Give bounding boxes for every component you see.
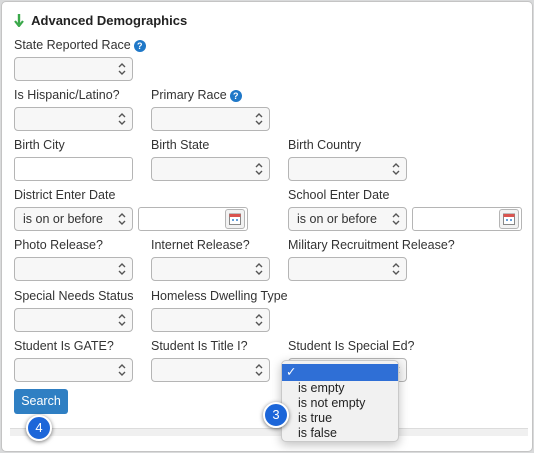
help-icon[interactable]: ?: [133, 40, 146, 52]
internet-release-select[interactable]: [151, 257, 270, 281]
step-badge-4: 4: [26, 415, 52, 441]
select-caret-icon: [392, 262, 400, 276]
step-badge-3: 3: [263, 402, 289, 428]
select-caret-icon: [392, 212, 400, 226]
birth-state-select[interactable]: [151, 157, 270, 181]
select-caret-icon: [255, 313, 263, 327]
homeless-dwelling-type-select[interactable]: [151, 308, 270, 332]
select-caret-icon: [392, 162, 400, 176]
select-caret-icon: [118, 112, 126, 126]
calendar-icon[interactable]: [499, 209, 519, 229]
select-caret-icon: [255, 363, 263, 377]
birth-city-input[interactable]: [14, 157, 133, 181]
birth-state-label: Birth State: [151, 138, 210, 152]
state-reported-race-select[interactable]: [14, 57, 133, 81]
dropdown-option-is-empty[interactable]: is empty: [282, 381, 398, 396]
district-enter-date-operator-value: is on or before: [23, 212, 103, 226]
student-is-gate-label: Student Is GATE?: [14, 339, 114, 353]
student-is-special-ed-label: Student Is Special Ed?: [288, 339, 415, 353]
panel-footer-bar: [10, 428, 528, 436]
photo-release-label: Photo Release?: [14, 238, 103, 252]
help-icon[interactable]: ?: [229, 90, 242, 102]
dropdown-option-blank[interactable]: ✓: [282, 364, 398, 381]
student-is-title-i-select[interactable]: [151, 358, 270, 382]
birth-city-label: Birth City: [14, 138, 65, 152]
special-ed-dropdown-menu: ✓ is empty is not empty is true is false: [281, 360, 399, 442]
select-caret-icon: [118, 262, 126, 276]
advanced-demographics-panel: Advanced Demographics State Reported Rac…: [1, 1, 533, 452]
select-caret-icon: [118, 363, 126, 377]
photo-release-select[interactable]: [14, 257, 133, 281]
school-enter-date-operator-select[interactable]: is on or before: [288, 207, 407, 231]
primary-race-select[interactable]: [151, 107, 270, 131]
state-reported-race-label-text: State Reported Race: [14, 38, 131, 52]
section-title: Advanced Demographics: [31, 13, 188, 28]
calendar-icon[interactable]: [225, 209, 245, 229]
school-enter-date-label: School Enter Date: [288, 188, 390, 202]
dropdown-option-is-true[interactable]: is true: [282, 411, 398, 426]
military-release-select[interactable]: [288, 257, 407, 281]
select-caret-icon: [255, 262, 263, 276]
select-caret-icon: [118, 62, 126, 76]
checkmark-icon: ✓: [286, 365, 297, 379]
student-is-title-i-label: Student Is Title I?: [151, 339, 248, 353]
primary-race-label-text: Primary Race: [151, 88, 227, 102]
green-down-arrow-icon[interactable]: [14, 13, 24, 28]
birth-country-select[interactable]: [288, 157, 407, 181]
select-caret-icon: [118, 313, 126, 327]
select-caret-icon: [255, 112, 263, 126]
district-enter-date-label: District Enter Date: [14, 188, 116, 202]
homeless-dwelling-type-label: Homeless Dwelling Type: [151, 289, 288, 303]
primary-race-label: Primary Race?: [151, 88, 242, 102]
dropdown-option-is-false[interactable]: is false: [282, 426, 398, 441]
special-needs-status-label: Special Needs Status: [14, 289, 134, 303]
select-caret-icon: [255, 162, 263, 176]
is-hispanic-select[interactable]: [14, 107, 133, 131]
birth-country-label: Birth Country: [288, 138, 361, 152]
dropdown-option-is-not-empty[interactable]: is not empty: [282, 396, 398, 411]
student-is-gate-select[interactable]: [14, 358, 133, 382]
school-enter-date-operator-value: is on or before: [297, 212, 377, 226]
search-button[interactable]: Search: [14, 389, 68, 414]
special-needs-status-select[interactable]: [14, 308, 133, 332]
district-enter-date-operator-select[interactable]: is on or before: [14, 207, 133, 231]
section-header[interactable]: Advanced Demographics: [14, 13, 187, 28]
is-hispanic-label: Is Hispanic/Latino?: [14, 88, 120, 102]
military-release-label: Military Recruitment Release?: [288, 238, 455, 252]
internet-release-label: Internet Release?: [151, 238, 250, 252]
state-reported-race-label: State Reported Race?: [14, 38, 146, 52]
select-caret-icon: [118, 212, 126, 226]
